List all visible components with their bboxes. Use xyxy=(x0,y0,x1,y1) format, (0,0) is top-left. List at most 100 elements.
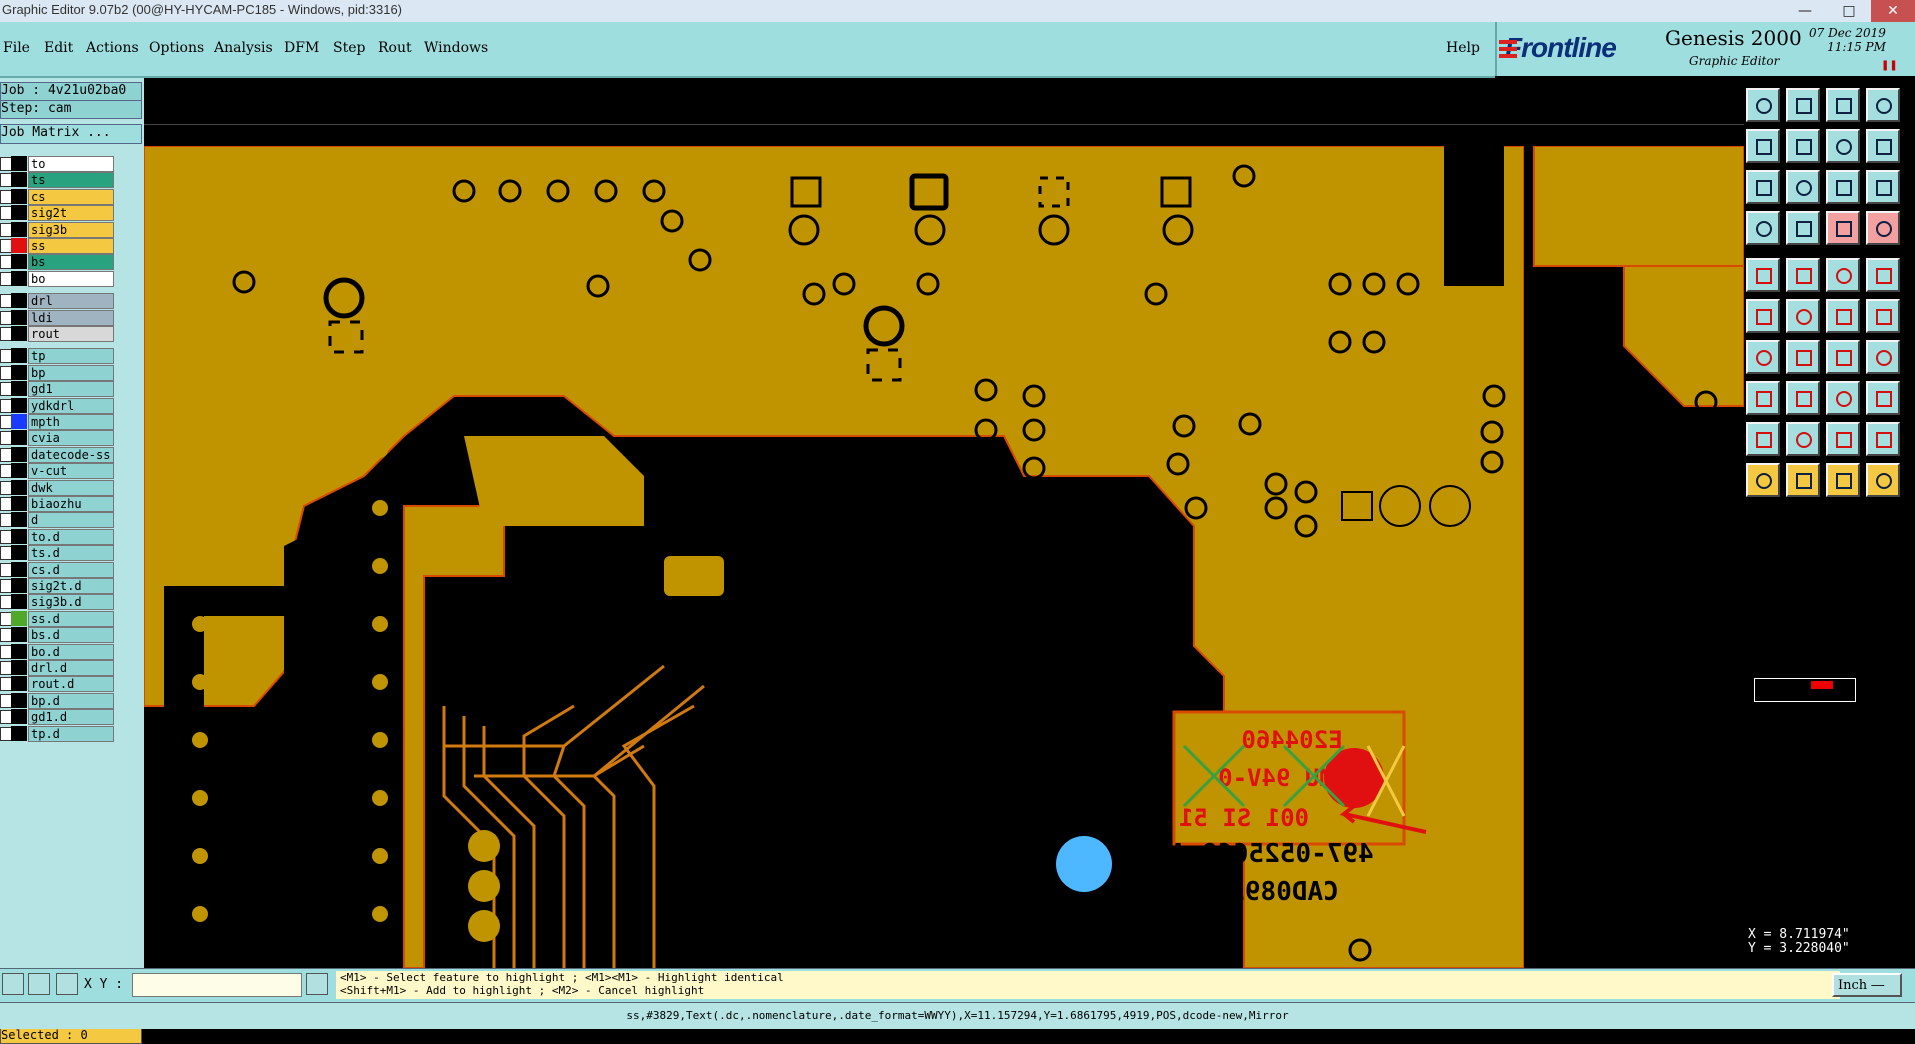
layer-color-swatch[interactable] xyxy=(11,172,27,188)
menu-analysis[interactable]: Analysis xyxy=(214,40,273,56)
layer-color-swatch[interactable] xyxy=(11,348,27,364)
layer-row[interactable]: to xyxy=(0,156,114,172)
menu-dfm[interactable]: DFM xyxy=(284,40,319,56)
connect-icon[interactable] xyxy=(1746,381,1780,415)
close-button[interactable]: ✕ xyxy=(1871,0,1915,22)
layer-name[interactable]: ss xyxy=(28,238,114,254)
layer-row[interactable]: datecode-ss xyxy=(0,446,114,463)
layer-name[interactable]: gd1.d xyxy=(28,709,114,726)
pad-icon[interactable] xyxy=(1746,258,1780,292)
text-icon[interactable] xyxy=(1826,422,1860,456)
select-add-icon[interactable] xyxy=(1786,463,1820,497)
layer-color-swatch[interactable] xyxy=(11,293,27,309)
ruler-icon[interactable] xyxy=(28,973,50,995)
layer-color-swatch[interactable] xyxy=(11,545,27,561)
curve-icon[interactable] xyxy=(1826,340,1860,374)
layer-name[interactable]: v-cut xyxy=(28,463,114,480)
layer-color-swatch[interactable] xyxy=(11,643,27,659)
layer-name[interactable]: dwk xyxy=(28,479,114,496)
layer-name[interactable]: cvia xyxy=(28,430,114,447)
pcb-canvas[interactable]: E204460 MU 94V-0 001 SI 51 497-0525669 A… xyxy=(143,145,1746,969)
layer-row[interactable]: tp.d xyxy=(0,725,114,742)
layer-color-swatch[interactable] xyxy=(11,254,27,270)
mirror-icon[interactable] xyxy=(1866,422,1900,456)
pan-icon[interactable] xyxy=(1786,170,1820,204)
triangle-icon[interactable] xyxy=(1746,422,1780,456)
layer-name[interactable]: sig3b xyxy=(28,221,114,238)
node-icon[interactable] xyxy=(1746,299,1780,333)
fit-icon[interactable] xyxy=(1826,129,1860,163)
layer-row[interactable]: ss xyxy=(0,238,114,254)
layer-name[interactable]: sig3b.d xyxy=(28,594,114,611)
layer-row[interactable]: biaozhu xyxy=(0,496,114,512)
layer-name[interactable]: sig2t xyxy=(28,205,114,222)
flip-icon[interactable] xyxy=(1866,340,1900,374)
layer-row[interactable]: mpth xyxy=(0,414,114,430)
rect-icon[interactable] xyxy=(1826,258,1860,292)
menu-rout[interactable]: Rout xyxy=(378,40,412,56)
edge-icon[interactable] xyxy=(1746,340,1780,374)
layer-color-swatch[interactable] xyxy=(11,430,27,446)
layer-name[interactable]: bp.d xyxy=(28,692,114,709)
layer-row[interactable]: bo.d xyxy=(0,643,114,660)
layer-color-swatch[interactable] xyxy=(11,594,27,610)
layer-row[interactable]: sig3b xyxy=(0,221,114,238)
delta-icon[interactable] xyxy=(1786,422,1820,456)
cross-icon[interactable] xyxy=(1786,299,1820,333)
layer-name[interactable]: ldi xyxy=(28,309,114,326)
layer-name[interactable]: rout xyxy=(28,326,114,342)
undo-icon[interactable] xyxy=(1746,129,1780,163)
layer-color-swatch[interactable] xyxy=(11,660,27,675)
layer-row[interactable]: ts xyxy=(0,172,114,189)
minimize-button[interactable]: — xyxy=(1783,0,1827,22)
minimap[interactable] xyxy=(1754,678,1856,702)
select-all-icon[interactable] xyxy=(1866,463,1900,497)
layer-row[interactable]: bp xyxy=(0,364,114,381)
layer-row[interactable]: ydkdrl xyxy=(0,397,114,414)
select-icon[interactable] xyxy=(1746,463,1780,497)
layer-color-swatch[interactable] xyxy=(11,221,27,237)
layer-name[interactable]: mpth xyxy=(28,414,114,430)
layer-name[interactable]: tp xyxy=(28,348,114,365)
job-matrix-button[interactable]: Job Matrix ... xyxy=(0,124,142,144)
layer-color-swatch[interactable] xyxy=(11,692,27,708)
layer-name[interactable]: rout.d xyxy=(28,676,114,693)
xy-input[interactable] xyxy=(132,973,302,997)
layer-row[interactable]: rout.d xyxy=(0,676,114,693)
menu-file[interactable]: File xyxy=(3,40,30,56)
layer-name[interactable]: ydkdrl xyxy=(28,397,114,414)
layer-row[interactable]: sig2t xyxy=(0,205,114,222)
layer-row[interactable]: cvia xyxy=(0,430,114,447)
layer-color-swatch[interactable] xyxy=(11,578,27,593)
grid-toggle-icon[interactable] xyxy=(1786,211,1820,245)
scale-icon[interactable] xyxy=(1826,170,1860,204)
zoom-fit-icon[interactable] xyxy=(1746,170,1780,204)
home-icon[interactable] xyxy=(1826,88,1860,122)
layer-color-swatch[interactable] xyxy=(11,205,27,221)
polygon-icon[interactable] xyxy=(1866,299,1900,333)
layer-color-swatch[interactable] xyxy=(11,479,27,495)
layer-color-swatch[interactable] xyxy=(11,309,27,325)
square-pad-icon[interactable] xyxy=(1866,258,1900,292)
line-icon[interactable] xyxy=(1786,258,1820,292)
layer-name[interactable]: datecode-ss xyxy=(28,446,114,463)
layer-color-swatch[interactable] xyxy=(11,364,27,380)
layer-row[interactable]: cs.d xyxy=(0,561,114,578)
layer-color-swatch[interactable] xyxy=(11,270,27,286)
layer-color-swatch[interactable] xyxy=(11,381,27,397)
layer-name[interactable]: bs xyxy=(28,254,114,271)
menu-help[interactable]: Help xyxy=(1446,40,1480,56)
layer-row[interactable]: cs xyxy=(0,188,114,205)
layer-row[interactable]: ts.d xyxy=(0,545,114,562)
layer-row[interactable]: drl.d xyxy=(0,660,114,676)
window-icon[interactable] xyxy=(1866,88,1900,122)
info-icon[interactable] xyxy=(306,973,328,995)
menu-actions[interactable]: Actions xyxy=(86,40,139,56)
snap-icon[interactable] xyxy=(1746,211,1780,245)
layer-name[interactable]: sig2t.d xyxy=(28,578,114,594)
layer-color-swatch[interactable] xyxy=(11,528,27,544)
layer-color-swatch[interactable] xyxy=(11,496,27,511)
split-icon[interactable] xyxy=(1866,129,1900,163)
layer-row[interactable]: ss.d xyxy=(0,610,114,627)
layer-up-icon[interactable] xyxy=(1826,211,1860,245)
